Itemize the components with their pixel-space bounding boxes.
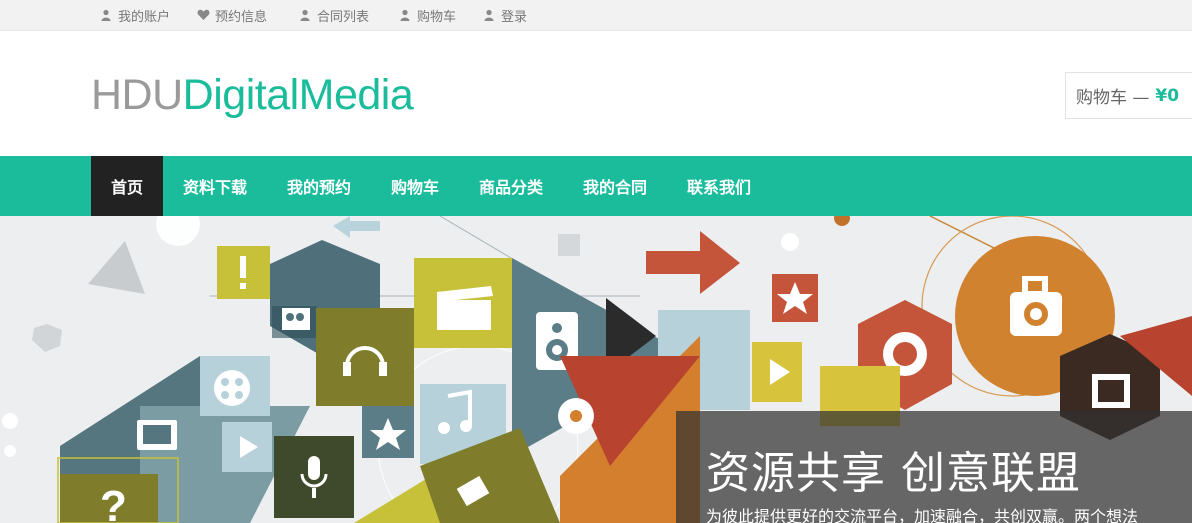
top-bar: 我的账户 预约信息 合同列表 购物车 登录 [0, 0, 1192, 31]
banner-headline: 资源共享 创意联盟 [706, 448, 1081, 499]
contract-list-label: 合同列表 [317, 9, 370, 25]
user-icon [299, 9, 311, 21]
cart-label: 购物车 — [1076, 88, 1150, 108]
tab-my-reservations-label: 我的预约 [286, 178, 351, 197]
banner-caption: 资源共享 创意联盟 为彼此提供更好的交流平台，加速融合，共创双赢。两个想法 [676, 411, 1192, 523]
my-account-label: 我的账户 [118, 9, 171, 25]
banner-subtitle: 为彼此提供更好的交流平台，加速融合，共创双赢。两个想法 [706, 507, 1139, 523]
login-label: 登录 [501, 9, 528, 25]
tab-cart-label: 购物车 [390, 178, 439, 197]
user-icon [399, 9, 411, 21]
logo-text-digitalmedia: DigitalMedia [182, 71, 414, 119]
header-cart-button[interactable]: 购物车 — ¥0 [1065, 72, 1192, 119]
tab-contact-us-label: 联系我们 [686, 178, 751, 197]
tab-home-label: 首页 [110, 178, 143, 197]
svg-text:?: ? [100, 482, 127, 523]
logo-text-hdu: HDU [91, 71, 183, 119]
tab-my-reservations[interactable]: 我的预约 [267, 156, 371, 216]
tab-my-contracts[interactable]: 我的合同 [563, 156, 667, 216]
tab-categories[interactable]: 商品分类 [459, 156, 563, 216]
login-link[interactable]: 登录 [483, 6, 528, 25]
user-icon [100, 9, 112, 21]
tab-categories-label: 商品分类 [478, 178, 543, 197]
reservation-info-link[interactable]: 预约信息 [197, 6, 268, 25]
cart-link[interactable]: 购物车 [399, 6, 457, 25]
tab-home[interactable]: 首页 [91, 156, 163, 216]
reservation-info-label: 预约信息 [215, 9, 268, 25]
tab-contact-us[interactable]: 联系我们 [667, 156, 771, 216]
contract-list-link[interactable]: 合同列表 [299, 6, 370, 25]
tab-cart[interactable]: 购物车 [371, 156, 459, 216]
heart-icon [197, 9, 210, 21]
tab-downloads[interactable]: 资料下载 [163, 156, 267, 216]
tab-my-contracts-label: 我的合同 [582, 178, 647, 197]
user-icon [483, 9, 495, 21]
cart-link-label: 购物车 [417, 9, 457, 25]
tab-downloads-label: 资料下载 [182, 178, 247, 197]
main-nav: 首页 资料下载 我的预约 购物车 商品分类 我的合同 联系我们 [0, 156, 1192, 216]
my-account-link[interactable]: 我的账户 [100, 6, 171, 25]
cart-price: ¥0 [1155, 85, 1180, 106]
site-logo[interactable]: HDUDigitalMedia [91, 68, 414, 122]
hero-banner: ? 资源共享 创意联盟 为彼此提供更好的交流平台，加速融合，共创双赢。两个想法 [0, 216, 1192, 523]
